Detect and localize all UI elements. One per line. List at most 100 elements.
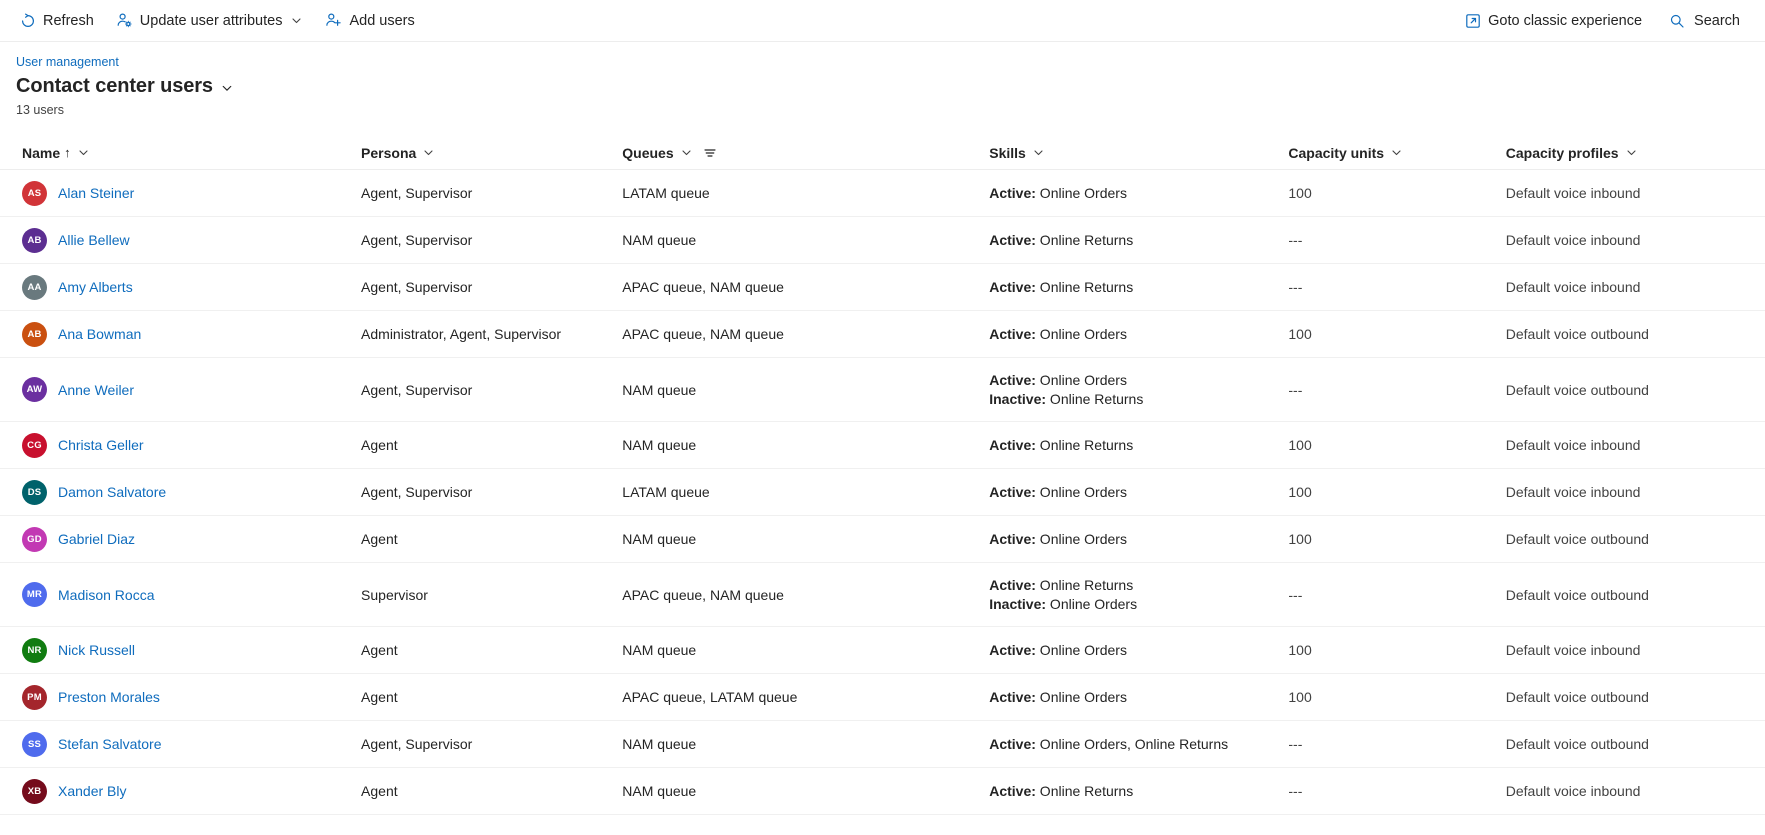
user-name-link[interactable]: Damon Salvatore: [58, 484, 166, 500]
goto-classic-experience-button[interactable]: Goto classic experience: [1455, 6, 1651, 36]
skill-active-line: Active: Online Orders: [989, 325, 1288, 344]
grid-header-row: Name ↑ Persona Queues Skills Capacity un…: [0, 136, 1765, 170]
cell-capacity-profiles: Default voice outbound: [1505, 381, 1649, 398]
user-name-link[interactable]: Xander Bly: [58, 783, 126, 799]
sort-ascending-icon: ↑: [64, 145, 71, 160]
cell-capacity-units: ---: [1288, 783, 1303, 799]
chevron-down-icon[interactable]: [77, 146, 90, 159]
cell-capacity-profiles: Default voice outbound: [1505, 326, 1649, 342]
cell-capacity-profiles: Default voice outbound: [1505, 586, 1649, 603]
skill-inactive-line: Inactive: Online Orders: [989, 595, 1288, 614]
cell-persona: Agent, Supervisor: [361, 232, 473, 248]
cell-queues: APAC queue, LATAM queue: [622, 689, 798, 705]
chevron-down-icon[interactable]: [220, 81, 234, 95]
user-name-link[interactable]: Allie Bellew: [58, 232, 130, 248]
skill-active-value: Online Returns: [1035, 436, 1134, 453]
table-row[interactable]: AS Alan Steiner Agent, Supervisor LATAM que…: [0, 170, 1765, 217]
cell-skills: Active: Online Orders Inactive: Online Re…: [989, 371, 1288, 409]
user-name-link[interactable]: Anne Weiler: [58, 382, 134, 398]
add-users-button[interactable]: Add users: [316, 6, 423, 36]
cell-name: PM Preston Morales: [22, 684, 361, 710]
skill-active-value: Online Orders: [1035, 371, 1127, 388]
user-name-link[interactable]: Christa Geller: [58, 437, 144, 453]
goto-classic-experience-label: Goto classic experience: [1488, 12, 1643, 29]
table-row[interactable]: AA Amy Alberts Agent, Supervisor APAC queue…: [0, 264, 1765, 311]
cell-queues: NAM queue: [622, 232, 697, 248]
table-row[interactable]: AB Ana Bowman Administrator, Agent, Superv…: [0, 311, 1765, 358]
cell-capacity-profiles: Default voice inbound: [1505, 437, 1641, 453]
cell-skills: Active: Online Orders: [989, 641, 1288, 660]
user-name-link[interactable]: Amy Alberts: [58, 279, 133, 295]
cell-queues: NAM queue: [622, 437, 697, 453]
skill-active-label: Active:: [989, 184, 1036, 201]
user-name-link[interactable]: Madison Rocca: [58, 587, 155, 603]
table-row[interactable]: AB Allie Bellew Agent, Supervisor NAM queue…: [0, 217, 1765, 264]
column-header-name[interactable]: Name ↑: [22, 145, 361, 161]
user-name-link[interactable]: Ana Bowman: [58, 326, 141, 342]
cell-skills: Active: Online Orders: [989, 184, 1288, 203]
column-header-capacity-profiles[interactable]: Capacity profiles: [1506, 145, 1765, 161]
user-name-link[interactable]: Preston Morales: [58, 689, 160, 705]
table-row[interactable]: CG Christa Geller Agent NAM queue Active: On…: [0, 422, 1765, 469]
user-settings-icon: [116, 12, 133, 29]
skill-active-value: Online Returns: [1035, 782, 1134, 799]
user-name-link[interactable]: Nick Russell: [58, 642, 135, 658]
cell-persona: Agent, Supervisor: [361, 381, 473, 398]
table-row[interactable]: NR Nick Russell Agent NAM queue Active: Onli…: [0, 627, 1765, 674]
cell-skills: Active: Online Orders: [989, 483, 1288, 502]
breadcrumb[interactable]: User management: [16, 54, 1765, 70]
page-title-row: Contact center users: [16, 73, 1765, 99]
skill-active-label: Active:: [989, 576, 1036, 593]
cell-capacity-units: ---: [1288, 586, 1303, 603]
cell-capacity-units: ---: [1288, 381, 1303, 398]
refresh-button[interactable]: Refresh: [10, 6, 103, 36]
avatar: AA: [22, 274, 47, 300]
user-name-link[interactable]: Gabriel Diaz: [58, 531, 135, 547]
cell-queues: APAC queue, NAM queue: [622, 279, 784, 295]
user-name-link[interactable]: Stefan Salvatore: [58, 736, 162, 752]
cell-skills: Active: Online Returns: [989, 436, 1288, 455]
filter-icon[interactable]: [703, 146, 717, 160]
skill-active-label: Active:: [989, 325, 1036, 342]
table-row[interactable]: GD Gabriel Diaz Agent NAM queue Active: Onli…: [0, 516, 1765, 563]
table-row[interactable]: PM Preston Morales Agent APAC queue, LATAM …: [0, 674, 1765, 721]
avatar: AB: [22, 321, 47, 347]
search-icon: [1668, 12, 1685, 29]
column-header-skills[interactable]: Skills: [989, 145, 1288, 161]
column-header-capacity-units[interactable]: Capacity units: [1288, 145, 1505, 161]
cell-skills: Active: Online Orders: [989, 530, 1288, 549]
chevron-down-icon[interactable]: [1625, 146, 1638, 159]
user-name-link[interactable]: Alan Steiner: [58, 185, 134, 201]
search-label: Search: [1694, 12, 1740, 29]
chevron-down-icon[interactable]: [680, 146, 693, 159]
chevron-down-icon[interactable]: [1032, 146, 1045, 159]
update-user-attributes-label: Update user attributes: [139, 12, 283, 29]
table-row[interactable]: XB Xander Bly Agent NAM queue Active: Online…: [0, 768, 1765, 815]
cell-capacity-profiles: Default voice inbound: [1505, 484, 1641, 500]
chevron-down-icon[interactable]: [290, 14, 303, 27]
page-header: User management Contact center users 13 …: [0, 42, 1765, 124]
column-header-queues[interactable]: Queues: [622, 145, 989, 161]
column-header-persona[interactable]: Persona: [361, 145, 622, 161]
cell-queues: NAM queue: [622, 736, 697, 752]
chevron-down-icon[interactable]: [1390, 146, 1403, 159]
chevron-down-icon[interactable]: [422, 146, 435, 159]
table-row[interactable]: SS Stefan Salvatore Agent, Supervisor NAM q…: [0, 721, 1765, 768]
skill-active-value: Online Orders: [1035, 530, 1127, 547]
avatar: AW: [22, 377, 47, 402]
cell-queues: NAM queue: [622, 783, 697, 799]
cell-capacity-units: 100: [1288, 326, 1312, 342]
cell-queues: LATAM queue: [622, 484, 710, 500]
table-row[interactable]: AW Anne Weiler Agent, Supervisor NAM queue A…: [0, 358, 1765, 422]
cell-queues: APAC queue, NAM queue: [622, 586, 784, 603]
table-row[interactable]: MR Madison Rocca Supervisor APAC queue, NAM…: [0, 563, 1765, 627]
table-row[interactable]: DS Damon Salvatore Agent, Supervisor LATAM …: [0, 469, 1765, 516]
search-button[interactable]: Search: [1659, 6, 1749, 36]
update-user-attributes-button[interactable]: Update user attributes: [107, 6, 313, 36]
avatar: PM: [22, 684, 47, 710]
users-grid: Name ↑ Persona Queues Skills Capacity un…: [0, 136, 1765, 815]
skill-active-label: Active:: [989, 735, 1036, 752]
avatar: DS: [22, 479, 47, 505]
skill-active-value: Online Orders: [1035, 483, 1127, 500]
skill-active-line: Active: Online Orders: [989, 641, 1288, 660]
